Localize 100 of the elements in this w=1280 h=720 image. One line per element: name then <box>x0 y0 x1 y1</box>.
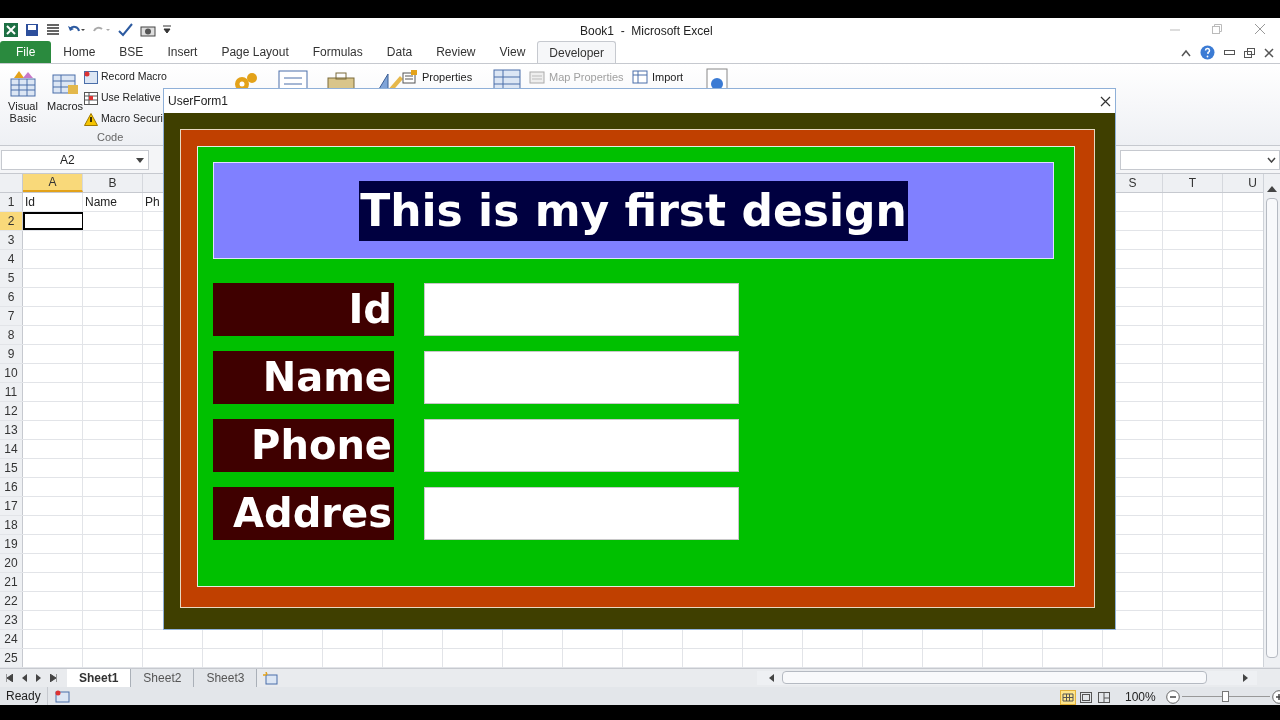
row-header[interactable]: 4 <box>0 250 23 268</box>
ribbon-tab[interactable]: Insert <box>156 41 209 63</box>
ribbon-tab[interactable]: Page Layout <box>210 41 300 63</box>
ribbon-small-button[interactable]: Use Relative <box>84 89 167 107</box>
row-header[interactable]: 25 <box>0 649 23 667</box>
window-title: Book1 - Microsoft Excel <box>580 23 713 40</box>
row-header[interactable]: 18 <box>0 516 23 534</box>
last-sheet-icon[interactable] <box>50 674 57 682</box>
table-cell: Id <box>23 193 83 211</box>
active-cell[interactable] <box>23 212 83 230</box>
ribbon-tab[interactable]: Home <box>52 41 107 63</box>
ribbon-small-button[interactable]: Record Macro <box>84 68 167 86</box>
input-field[interactable] <box>424 283 739 336</box>
first-sheet-icon[interactable] <box>6 674 13 682</box>
minimize-icon[interactable] <box>1224 49 1235 56</box>
input-field[interactable] <box>424 487 739 540</box>
scroll-left-icon[interactable] <box>769 674 774 682</box>
formula-field[interactable] <box>1120 149 1280 170</box>
field-label: Id <box>213 283 394 336</box>
row-header[interactable]: 12 <box>0 402 23 420</box>
ribbon-button-label[interactable]: Import <box>652 69 684 86</box>
ribbon-tab[interactable]: File <box>0 41 52 63</box>
row-header[interactable]: 20 <box>0 554 23 572</box>
row-header[interactable]: 5 <box>0 269 23 287</box>
scroll-up-icon[interactable] <box>1267 186 1277 192</box>
grid-icon <box>84 91 98 105</box>
expand-caret-icon[interactable] <box>1267 156 1276 163</box>
lines-icon[interactable] <box>46 24 60 36</box>
row-header[interactable]: 21 <box>0 573 23 591</box>
table-cell: Name <box>83 193 143 211</box>
column-header[interactable]: A <box>23 174 83 192</box>
row-header[interactable]: 3 <box>0 231 23 249</box>
previous-sheet-icon[interactable] <box>22 674 27 682</box>
field-label: Name <box>213 351 394 404</box>
row-header[interactable]: 17 <box>0 497 23 515</box>
scroll-right-icon[interactable] <box>1243 674 1248 682</box>
macro-record-icon[interactable] <box>54 689 70 703</box>
row-header[interactable]: 23 <box>0 611 23 629</box>
row-header[interactable]: 2 <box>0 212 23 230</box>
ribbon-tab[interactable]: Developer <box>537 41 616 63</box>
restore-icon[interactable] <box>1244 47 1255 58</box>
name-box[interactable]: A2 <box>1 149 149 170</box>
camera-icon[interactable] <box>140 23 156 37</box>
group-label: Code <box>97 130 124 145</box>
row-header[interactable]: 6 <box>0 288 23 306</box>
input-field[interactable] <box>424 419 739 472</box>
page-layout-view-icon[interactable] <box>1078 689 1094 705</box>
row-header[interactable]: 9 <box>0 345 23 363</box>
sheet-tab[interactable]: Sheet3 <box>194 669 258 687</box>
row-header[interactable]: 16 <box>0 478 23 496</box>
vertical-scrollbar[interactable] <box>1263 174 1280 667</box>
next-sheet-icon[interactable] <box>36 674 41 682</box>
excel-logo-icon[interactable] <box>4 23 18 37</box>
ribbon-button-label[interactable]: Properties <box>422 69 473 86</box>
row-header[interactable]: 13 <box>0 421 23 439</box>
sheet-tab[interactable]: Sheet2 <box>131 669 195 687</box>
zoom-slider-thumb[interactable] <box>1222 691 1230 702</box>
table-shapes-icon <box>8 69 38 97</box>
close-icon[interactable] <box>1264 47 1274 58</box>
column-header[interactable]: T <box>1163 174 1223 192</box>
help-icon[interactable] <box>1200 45 1215 60</box>
page-break-view-icon[interactable] <box>1096 689 1112 705</box>
field-label: Phone <box>213 419 394 472</box>
sheet-tab[interactable]: Sheet1 <box>67 669 132 687</box>
row-header[interactable]: 14 <box>0 440 23 458</box>
row-header[interactable]: 11 <box>0 383 23 401</box>
record-icon <box>84 70 98 84</box>
dropdown-caret-icon[interactable] <box>136 157 144 163</box>
status-text: Ready <box>0 687 48 705</box>
row-header[interactable]: 1 <box>0 193 23 211</box>
row-header[interactable]: 24 <box>0 630 23 648</box>
column-header[interactable]: B <box>83 174 143 192</box>
ribbon-tab[interactable]: View <box>488 41 537 63</box>
ribbon-tab[interactable]: BSE <box>108 41 155 63</box>
row-header[interactable]: 19 <box>0 535 23 553</box>
collapse-ribbon-icon[interactable] <box>1181 48 1191 57</box>
row-header[interactable]: 10 <box>0 364 23 382</box>
row-header[interactable]: 7 <box>0 307 23 325</box>
close-icon[interactable] <box>1100 95 1111 107</box>
row-header[interactable]: 8 <box>0 326 23 344</box>
input-field[interactable] <box>424 351 739 404</box>
customize-caret-icon[interactable] <box>163 25 171 35</box>
spelling-check-icon[interactable] <box>117 23 133 37</box>
ribbon-large-button[interactable]: Macros <box>46 68 84 124</box>
ribbon-tab[interactable]: Data <box>375 41 424 63</box>
form-title: UserForm1 <box>168 93 228 110</box>
normal-view-icon[interactable] <box>1060 689 1076 705</box>
horizontal-scrollbar[interactable] <box>757 671 1257 685</box>
save-icon[interactable] <box>25 23 39 37</box>
ribbon-tab[interactable]: Formulas <box>301 41 374 63</box>
import-icon[interactable] <box>632 70 648 85</box>
row-header[interactable]: 22 <box>0 592 23 610</box>
ribbon-small-button[interactable]: Macro Securi <box>84 110 167 128</box>
warning-icon <box>84 112 98 126</box>
zoom-out-icon[interactable] <box>1165 690 1180 704</box>
form-heading: This is my first design <box>359 180 908 241</box>
ribbon-tab[interactable]: Review <box>425 41 487 63</box>
ribbon-large-button[interactable]: Visual Basic <box>4 68 42 124</box>
row-header[interactable]: 15 <box>0 459 23 477</box>
field-label: Addres <box>213 487 394 540</box>
